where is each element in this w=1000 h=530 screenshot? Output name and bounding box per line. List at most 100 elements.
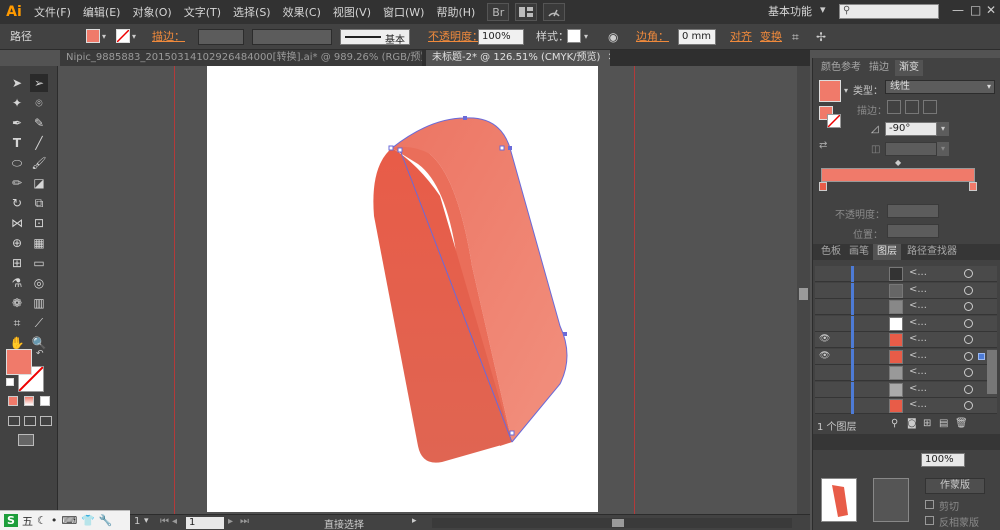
gpu-performance-icon[interactable] <box>543 3 566 21</box>
mesh-tool-icon[interactable]: ⊞ <box>8 254 26 272</box>
visibility-eye-icon[interactable]: 👁 <box>819 351 833 363</box>
visibility-eye-icon[interactable] <box>819 285 833 297</box>
layer-target-icon[interactable] <box>964 368 973 377</box>
control-panel-menu-icon[interactable]: ✢ <box>816 29 826 45</box>
ellipse-tool-icon[interactable]: ⬭ <box>8 154 26 172</box>
clip-checkbox[interactable] <box>925 500 934 509</box>
midpoint-diamond-icon[interactable]: ◆ <box>895 158 901 167</box>
skin-icon[interactable]: 👕 <box>81 514 95 527</box>
search-input[interactable] <box>839 4 939 19</box>
symbol-sprayer-tool-icon[interactable]: ❁ <box>8 294 26 312</box>
visibility-eye-icon[interactable] <box>819 400 833 412</box>
layer-row[interactable]: 👁 <... <box>815 348 997 365</box>
blend-tool-icon[interactable]: ◎ <box>30 274 48 292</box>
layer-selection-indicator[interactable] <box>978 369 985 376</box>
gradient-preview-swatch[interactable] <box>819 80 841 102</box>
gradient-stop-left[interactable] <box>819 182 827 191</box>
layer-target-icon[interactable] <box>964 285 973 295</box>
tab-gradient[interactable]: 渐变 <box>895 60 923 76</box>
transform-link[interactable]: 变换 <box>760 29 782 45</box>
visibility-eye-icon[interactable] <box>819 367 833 379</box>
stroke-across-icon[interactable] <box>923 100 937 114</box>
opacity-mask-thumbnail[interactable] <box>873 478 909 522</box>
curvature-tool-icon[interactable]: ✎ <box>30 114 48 132</box>
magic-wand-tool-icon[interactable]: ✦ <box>8 94 26 112</box>
prev-artboard-icon[interactable]: ◂ <box>172 516 177 527</box>
stroke-along-icon[interactable] <box>905 100 919 114</box>
layer-target-icon[interactable] <box>964 318 973 328</box>
menu-file[interactable]: 文件(F) <box>28 4 77 20</box>
anchor-point[interactable] <box>388 145 394 151</box>
transparency-thumbnail[interactable] <box>821 478 857 522</box>
visibility-eye-icon[interactable] <box>819 301 833 313</box>
layer-selection-indicator[interactable] <box>978 320 985 327</box>
eyedropper-tool-icon[interactable]: ⚗ <box>8 274 26 292</box>
align-link[interactable]: 对齐 <box>730 29 752 45</box>
layer-selection-indicator[interactable] <box>978 386 985 393</box>
menu-type[interactable]: 文字(T) <box>178 4 227 20</box>
menu-effect[interactable]: 效果(C) <box>277 4 327 20</box>
variable-width-profile[interactable] <box>252 29 332 45</box>
workspace-switcher[interactable]: 基本功能 <box>768 3 812 21</box>
width-tool-icon[interactable]: ⋈ <box>8 214 26 232</box>
vertical-scroll-thumb[interactable] <box>799 288 808 300</box>
anchor-point[interactable] <box>508 146 512 150</box>
perspective-grid-tool-icon[interactable]: ▦ <box>30 234 48 252</box>
layer-selection-indicator[interactable] <box>978 352 985 360</box>
brush-definition-select[interactable]: 基本 <box>340 29 410 46</box>
vertical-scrollbar[interactable] <box>797 66 810 514</box>
make-mask-button[interactable]: 作蒙版 <box>925 478 985 494</box>
first-artboard-icon[interactable]: ⏮ <box>160 516 169 527</box>
artboard-tool-icon[interactable]: ⌗ <box>8 314 26 332</box>
layer-row[interactable]: <... <box>815 266 997 282</box>
last-artboard-icon[interactable]: ⏭ <box>240 516 249 527</box>
stroke-dropdown-icon[interactable]: ▾ <box>132 29 136 45</box>
gradient-angle-input[interactable]: -90° <box>885 122 937 136</box>
transparency-opacity-input[interactable]: 100% <box>921 453 965 467</box>
horizontal-scrollbar[interactable] <box>432 518 792 528</box>
layer-target-icon[interactable] <box>964 401 973 410</box>
aspect-ratio-input[interactable] <box>885 142 937 156</box>
half-width-icon[interactable]: ☾ <box>37 514 47 527</box>
fill-dropdown-icon[interactable]: ▾ <box>102 29 106 45</box>
layer-row[interactable]: <... <box>815 299 997 315</box>
paintbrush-tool-icon[interactable]: 🖌 <box>30 154 48 172</box>
bridge-button[interactable]: Br <box>487 3 510 21</box>
new-layer-icon[interactable]: ▤ <box>939 418 948 429</box>
selection-tool-icon[interactable]: ➤ <box>8 74 26 92</box>
tools-icon[interactable]: 🔧 <box>99 514 113 527</box>
layer-target-icon[interactable] <box>964 335 973 344</box>
layers-scroll-thumb[interactable] <box>987 350 997 394</box>
isolate-object-icon[interactable]: ⌗ <box>792 29 799 45</box>
opacity-input[interactable]: 100% <box>478 29 524 45</box>
tab-close-icon[interactable]: ✕ <box>608 52 610 63</box>
layer-selection-indicator[interactable] <box>978 303 985 310</box>
artboard-number-input[interactable]: 1 <box>186 517 224 529</box>
scale-tool-icon[interactable]: ⧉ <box>30 194 48 212</box>
status-menu-icon[interactable]: ▸ <box>412 516 417 526</box>
gradient-slider[interactable] <box>821 168 975 182</box>
anchor-point[interactable] <box>463 116 467 120</box>
anchor-point[interactable] <box>509 430 515 436</box>
pen-tool-icon[interactable]: ✒ <box>8 114 26 132</box>
menu-edit[interactable]: 编辑(E) <box>77 4 127 20</box>
gradient-tool-icon[interactable]: ▭ <box>30 254 48 272</box>
gradient-opacity-input[interactable] <box>887 204 939 218</box>
gradient-stop-right[interactable] <box>969 182 977 191</box>
minimize-icon[interactable]: — <box>952 3 964 17</box>
draw-inside-icon[interactable] <box>40 416 52 426</box>
eraser-tool-icon[interactable]: ◪ <box>30 174 48 192</box>
artwork[interactable] <box>60 66 797 514</box>
opacity-label[interactable]: 不透明度： <box>428 29 483 45</box>
invert-mask-checkbox[interactable] <box>925 516 934 525</box>
menu-help[interactable]: 帮助(H) <box>430 4 481 20</box>
workspace-arrow-icon[interactable]: ▾ <box>820 3 826 16</box>
screen-mode-icon[interactable] <box>18 434 34 446</box>
restore-icon[interactable]: □ <box>970 3 981 17</box>
tab-stroke[interactable]: 描边 <box>865 60 893 76</box>
color-mode-icon[interactable] <box>8 396 18 406</box>
reverse-gradient-icon[interactable]: ⇄ <box>819 140 827 151</box>
layer-target-icon[interactable] <box>964 302 973 311</box>
layer-target-icon[interactable] <box>964 269 973 278</box>
horizontal-scroll-thumb[interactable] <box>612 519 624 527</box>
